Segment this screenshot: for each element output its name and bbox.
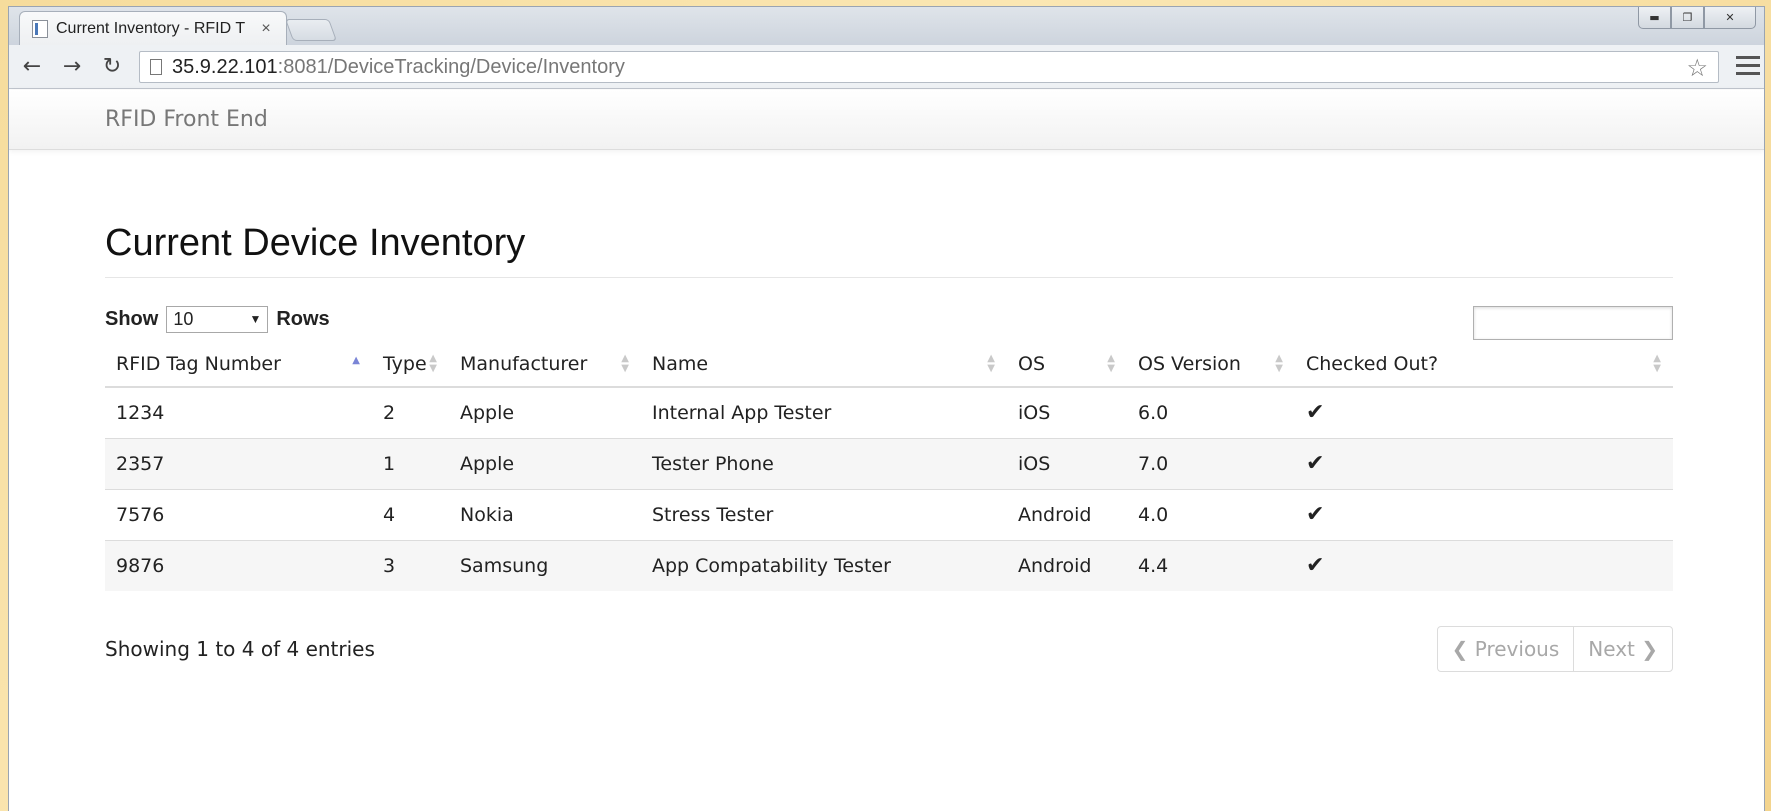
table-footer: Showing 1 to 4 of 4 entries ❮ Previous N…	[105, 617, 1673, 677]
cell-name: Internal App Tester	[641, 387, 1007, 439]
pagination: ❮ Previous Next ❯	[1436, 626, 1673, 672]
sort-icon: ▲ ▼	[621, 353, 629, 374]
column-header-name[interactable]: Name ▲ ▼	[641, 342, 1007, 388]
navbar: RFID Front End	[9, 90, 1764, 150]
table-row: 9876 3 Samsung App Compatability Tester …	[105, 540, 1673, 591]
page-title: Current Device Inventory	[105, 222, 1673, 278]
cell-os-version: 7.0	[1127, 438, 1295, 490]
cell-os-version: 4.0	[1127, 489, 1295, 541]
minimize-button[interactable]: ▬	[1638, 7, 1671, 29]
close-window-button[interactable]: ✕	[1704, 7, 1756, 29]
header-row: RFID Tag Number ▲ Type ▲ ▼ Manufacturer ▲ ▼ N…	[105, 342, 1673, 388]
column-header-type[interactable]: Type ▲ ▼	[372, 342, 449, 388]
cell-type: 3	[372, 540, 449, 591]
cell-os: iOS	[1007, 438, 1127, 490]
title-bar: Current Inventory - RFID T × ▬ ❐ ✕	[9, 7, 1764, 45]
cell-name: App Compatability Tester	[641, 540, 1007, 591]
chevron-right-icon: ❯	[1634, 637, 1658, 661]
checkmark-icon: ✔	[1295, 387, 1673, 439]
tab-title: Current Inventory - RFID T	[56, 19, 246, 37]
cell-manufacturer: Nokia	[449, 489, 641, 541]
entries-info: Showing 1 to 4 of 4 entries	[105, 637, 375, 661]
sort-asc-icon: ▲	[352, 355, 360, 366]
menu-icon[interactable]	[1736, 53, 1760, 77]
window-controls: ▬ ❐ ✕	[1638, 7, 1756, 29]
show-label: Show	[105, 308, 159, 330]
next-button[interactable]: Next ❯	[1573, 627, 1672, 671]
sort-icon: ▲ ▼	[1275, 353, 1283, 374]
cell-rfid: 7576	[105, 489, 372, 541]
url-host: 35.9.22.101	[172, 55, 278, 78]
cell-os: iOS	[1007, 387, 1127, 439]
chevron-left-icon: ❮	[1451, 637, 1475, 661]
cell-type: 4	[372, 489, 449, 541]
inventory-table: RFID Tag Number ▲ Type ▲ ▼ Manufacturer ▲ ▼ N…	[105, 342, 1673, 591]
sort-icon: ▲ ▼	[1653, 353, 1661, 374]
checkmark-icon: ✔	[1295, 438, 1673, 490]
cell-os: Android	[1007, 540, 1127, 591]
sort-icon: ▲ ▼	[987, 353, 995, 374]
rows-label: Rows	[276, 308, 330, 330]
sort-icon: ▲ ▼	[429, 353, 437, 374]
column-header-manufacturer[interactable]: Manufacturer ▲ ▼	[449, 342, 641, 388]
table-row: 2357 1 Apple Tester Phone iOS 7.0 ✔	[105, 438, 1673, 490]
cell-rfid: 9876	[105, 540, 372, 591]
forward-button[interactable]: →	[52, 54, 92, 79]
cell-type: 1	[372, 438, 449, 490]
checkmark-icon: ✔	[1295, 489, 1673, 541]
table-row: 7576 4 Nokia Stress Tester Android 4.0 ✔	[105, 489, 1673, 541]
page-size-control: Show 10 ▼ Rows	[105, 306, 330, 333]
table-row: 1234 2 Apple Internal App Tester iOS 6.0…	[105, 387, 1673, 439]
page-size-select[interactable]: 10 ▼	[166, 306, 269, 333]
url-path: :8081/DeviceTracking/Device/Inventory	[277, 55, 625, 78]
page-size-value: 10	[173, 309, 194, 329]
cell-name: Tester Phone	[641, 438, 1007, 490]
search-input[interactable]	[1473, 306, 1673, 340]
cell-os-version: 6.0	[1127, 387, 1295, 439]
dropdown-arrow-icon: ▼	[249, 312, 262, 326]
restore-button[interactable]: ❐	[1671, 7, 1704, 29]
cell-rfid: 1234	[105, 387, 372, 439]
reload-button[interactable]: ↻	[92, 54, 132, 79]
browser-toolbar: ← → ↻ 35.9.22.101:8081/DeviceTracking/De…	[9, 45, 1764, 89]
column-header-rfid[interactable]: RFID Tag Number ▲	[105, 342, 372, 388]
main-container: Current Device Inventory Show 10 ▼ Rows …	[105, 150, 1673, 677]
checkmark-icon: ✔	[1295, 540, 1673, 591]
table-controls: Show 10 ▼ Rows	[105, 296, 1673, 342]
page-content: RFID Front End Current Device Inventory …	[9, 90, 1764, 811]
cell-os-version: 4.4	[1127, 540, 1295, 591]
cell-type: 2	[372, 387, 449, 439]
cell-manufacturer: Apple	[449, 438, 641, 490]
cell-rfid: 2357	[105, 438, 372, 490]
navbar-brand[interactable]: RFID Front End	[105, 107, 268, 132]
previous-button[interactable]: ❮ Previous	[1438, 627, 1574, 671]
browser-tab[interactable]: Current Inventory - RFID T ×	[19, 11, 287, 45]
back-button[interactable]: ←	[12, 54, 52, 79]
browser-window: Current Inventory - RFID T × ▬ ❐ ✕ ← → ↻…	[8, 6, 1765, 811]
tab-close-icon[interactable]: ×	[256, 20, 276, 38]
new-tab-button[interactable]	[284, 19, 338, 41]
column-header-os-version[interactable]: OS Version ▲ ▼	[1127, 342, 1295, 388]
column-header-checked-out[interactable]: Checked Out? ▲ ▼	[1295, 342, 1673, 388]
page-favicon-icon	[32, 19, 48, 38]
cell-name: Stress Tester	[641, 489, 1007, 541]
column-header-os[interactable]: OS ▲ ▼	[1007, 342, 1127, 388]
address-bar[interactable]: 35.9.22.101:8081/DeviceTracking/Device/I…	[139, 51, 1719, 83]
cell-manufacturer: Apple	[449, 387, 641, 439]
page-icon	[150, 59, 162, 75]
cell-manufacturer: Samsung	[449, 540, 641, 591]
bookmark-star-icon[interactable]: ☆	[1686, 54, 1708, 83]
cell-os: Android	[1007, 489, 1127, 541]
sort-icon: ▲ ▼	[1107, 353, 1115, 374]
